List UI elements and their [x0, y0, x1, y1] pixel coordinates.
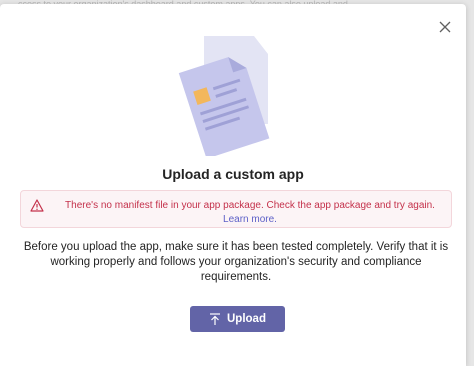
error-message-text: There's no manifest file in your app pac…	[65, 200, 435, 211]
learn-more-link[interactable]: Learn more.	[223, 214, 277, 225]
dialog-title: Upload a custom app	[162, 166, 304, 182]
document-illustration	[178, 36, 270, 156]
dialog-description: Before you upload the app, make sure it …	[23, 241, 449, 283]
close-icon	[439, 21, 451, 33]
close-button[interactable]	[438, 20, 452, 34]
upload-icon	[210, 312, 220, 325]
error-banner: There's no manifest file in your app pac…	[20, 190, 452, 228]
error-message: There's no manifest file in your app pac…	[55, 199, 445, 227]
warning-icon	[30, 199, 44, 212]
upload-custom-app-dialog: Upload a custom app There's no manifest …	[0, 4, 466, 366]
upload-button-label: Upload	[227, 313, 266, 325]
upload-button[interactable]: Upload	[190, 306, 285, 332]
